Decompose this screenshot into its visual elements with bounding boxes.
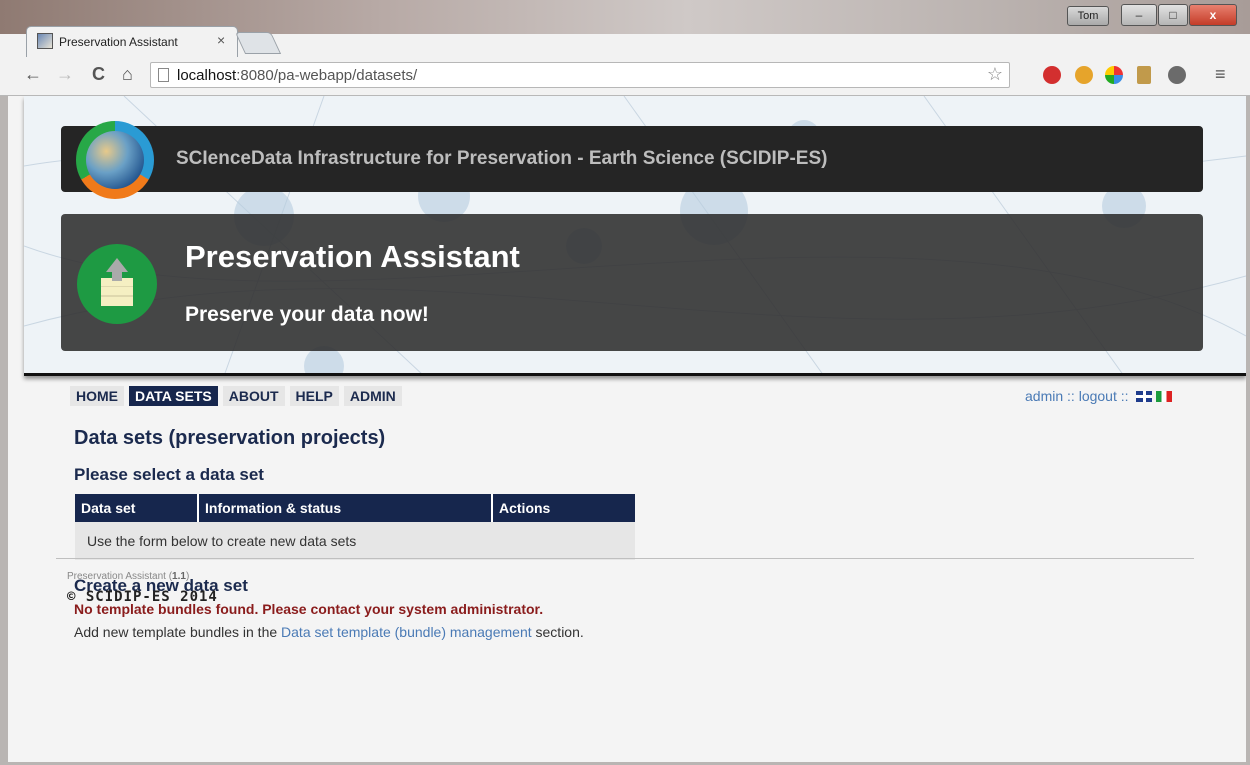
upload-archive-icon <box>77 244 157 324</box>
back-icon[interactable]: ← <box>24 64 42 85</box>
hero-subtitle: Preserve your data now! <box>185 303 429 326</box>
footer-copyright: © SCIDIP-ES 2014 <box>67 589 218 605</box>
address-bar[interactable]: localhost:8080/pa-webapp/datasets/ ☆ <box>150 62 1010 88</box>
nav-about[interactable]: ABOUT <box>222 386 285 406</box>
minimize-button[interactable]: – <box>1121 4 1157 26</box>
user-link[interactable]: admin <box>1025 388 1063 404</box>
extension-color-icon[interactable] <box>1105 66 1123 84</box>
browser-chrome: Preservation Assistant × Tom – □ x ← → C… <box>0 0 1250 96</box>
page-title: Data sets (preservation projects) <box>74 427 386 449</box>
browser-toolbar: ← → C ⌂ localhost:8080/pa-webapp/dataset… <box>0 57 1250 96</box>
archive-box-shape <box>101 278 133 306</box>
tab-close-icon[interactable]: × <box>217 32 225 48</box>
col-actions: Actions <box>492 494 635 522</box>
site-banner: SCIenceData Infrastructure for Preservat… <box>24 96 1246 376</box>
add-bundles-text: Add new template bundles in the Data set… <box>74 624 584 640</box>
tab-favicon-icon <box>37 33 53 49</box>
browser-tab[interactable]: Preservation Assistant × <box>26 26 238 57</box>
tab-title: Preservation Assistant <box>59 35 178 49</box>
scidip-logo <box>76 121 154 199</box>
page-icon <box>158 68 169 82</box>
nav-home[interactable]: HOME <box>70 386 124 406</box>
extension-recycle-icon[interactable] <box>1168 66 1186 84</box>
hero-panel: Preservation Assistant Preserve your dat… <box>61 214 1203 351</box>
nav-help[interactable]: HELP <box>289 386 339 406</box>
col-information-status: Information & status <box>198 494 493 522</box>
new-tab-button[interactable] <box>234 32 282 54</box>
footer-divider <box>56 558 1194 559</box>
nav-data-sets[interactable]: DATA SETS <box>129 386 218 406</box>
upload-arrow-shape <box>106 258 128 272</box>
browser-menu-icon[interactable]: ≡ <box>1215 64 1226 85</box>
col-data-set: Data set <box>75 494 199 522</box>
site-title: SCIenceData Infrastructure for Preservat… <box>176 148 828 169</box>
forward-icon[interactable]: → <box>56 64 74 85</box>
user-separator: :: <box>1063 388 1079 404</box>
site-title-bar: SCIenceData Infrastructure for Preservat… <box>61 126 1203 192</box>
bundle-management-link[interactable]: Data set template (bundle) management <box>281 624 532 640</box>
datasets-table: Data set Information & status Actions Us… <box>75 494 635 560</box>
user-links: admin :: logout :: <box>1025 388 1173 404</box>
banner-divider <box>24 373 1246 376</box>
extension-cookie-icon[interactable] <box>1075 66 1093 84</box>
extension-tool-icon[interactable] <box>1137 66 1151 84</box>
select-heading: Please select a data set <box>74 465 264 484</box>
extension-adblock-icon[interactable] <box>1043 66 1061 84</box>
url-text: localhost:8080/pa-webapp/datasets/ <box>177 67 418 84</box>
maximize-button[interactable]: □ <box>1158 4 1188 26</box>
footer-version: Preservation Assistant (1.1) <box>67 571 190 582</box>
italian-flag-icon[interactable] <box>1156 391 1173 402</box>
bookmark-star-icon[interactable]: ☆ <box>987 64 1003 85</box>
web-page: SCIenceData Infrastructure for Preservat… <box>8 96 1246 762</box>
main-nav: HOME DATA SETS ABOUT HELP ADMIN <box>70 386 407 406</box>
logout-link[interactable]: logout <box>1079 388 1117 404</box>
lang-separator: :: <box>1116 388 1133 404</box>
english-flag-icon[interactable] <box>1136 391 1153 402</box>
reload-icon[interactable]: C <box>92 64 105 85</box>
upload-arrow-stem <box>112 271 122 281</box>
empty-table-message: Use the form below to create new data se… <box>75 522 635 560</box>
table-row: Use the form below to create new data se… <box>75 522 635 560</box>
close-window-button[interactable]: x <box>1189 4 1237 26</box>
earth-globe-icon <box>86 131 144 189</box>
home-icon[interactable]: ⌂ <box>122 64 133 85</box>
profile-button[interactable]: Tom <box>1067 6 1109 26</box>
hero-title: Preservation Assistant <box>185 239 520 274</box>
nav-admin[interactable]: ADMIN <box>343 386 402 406</box>
